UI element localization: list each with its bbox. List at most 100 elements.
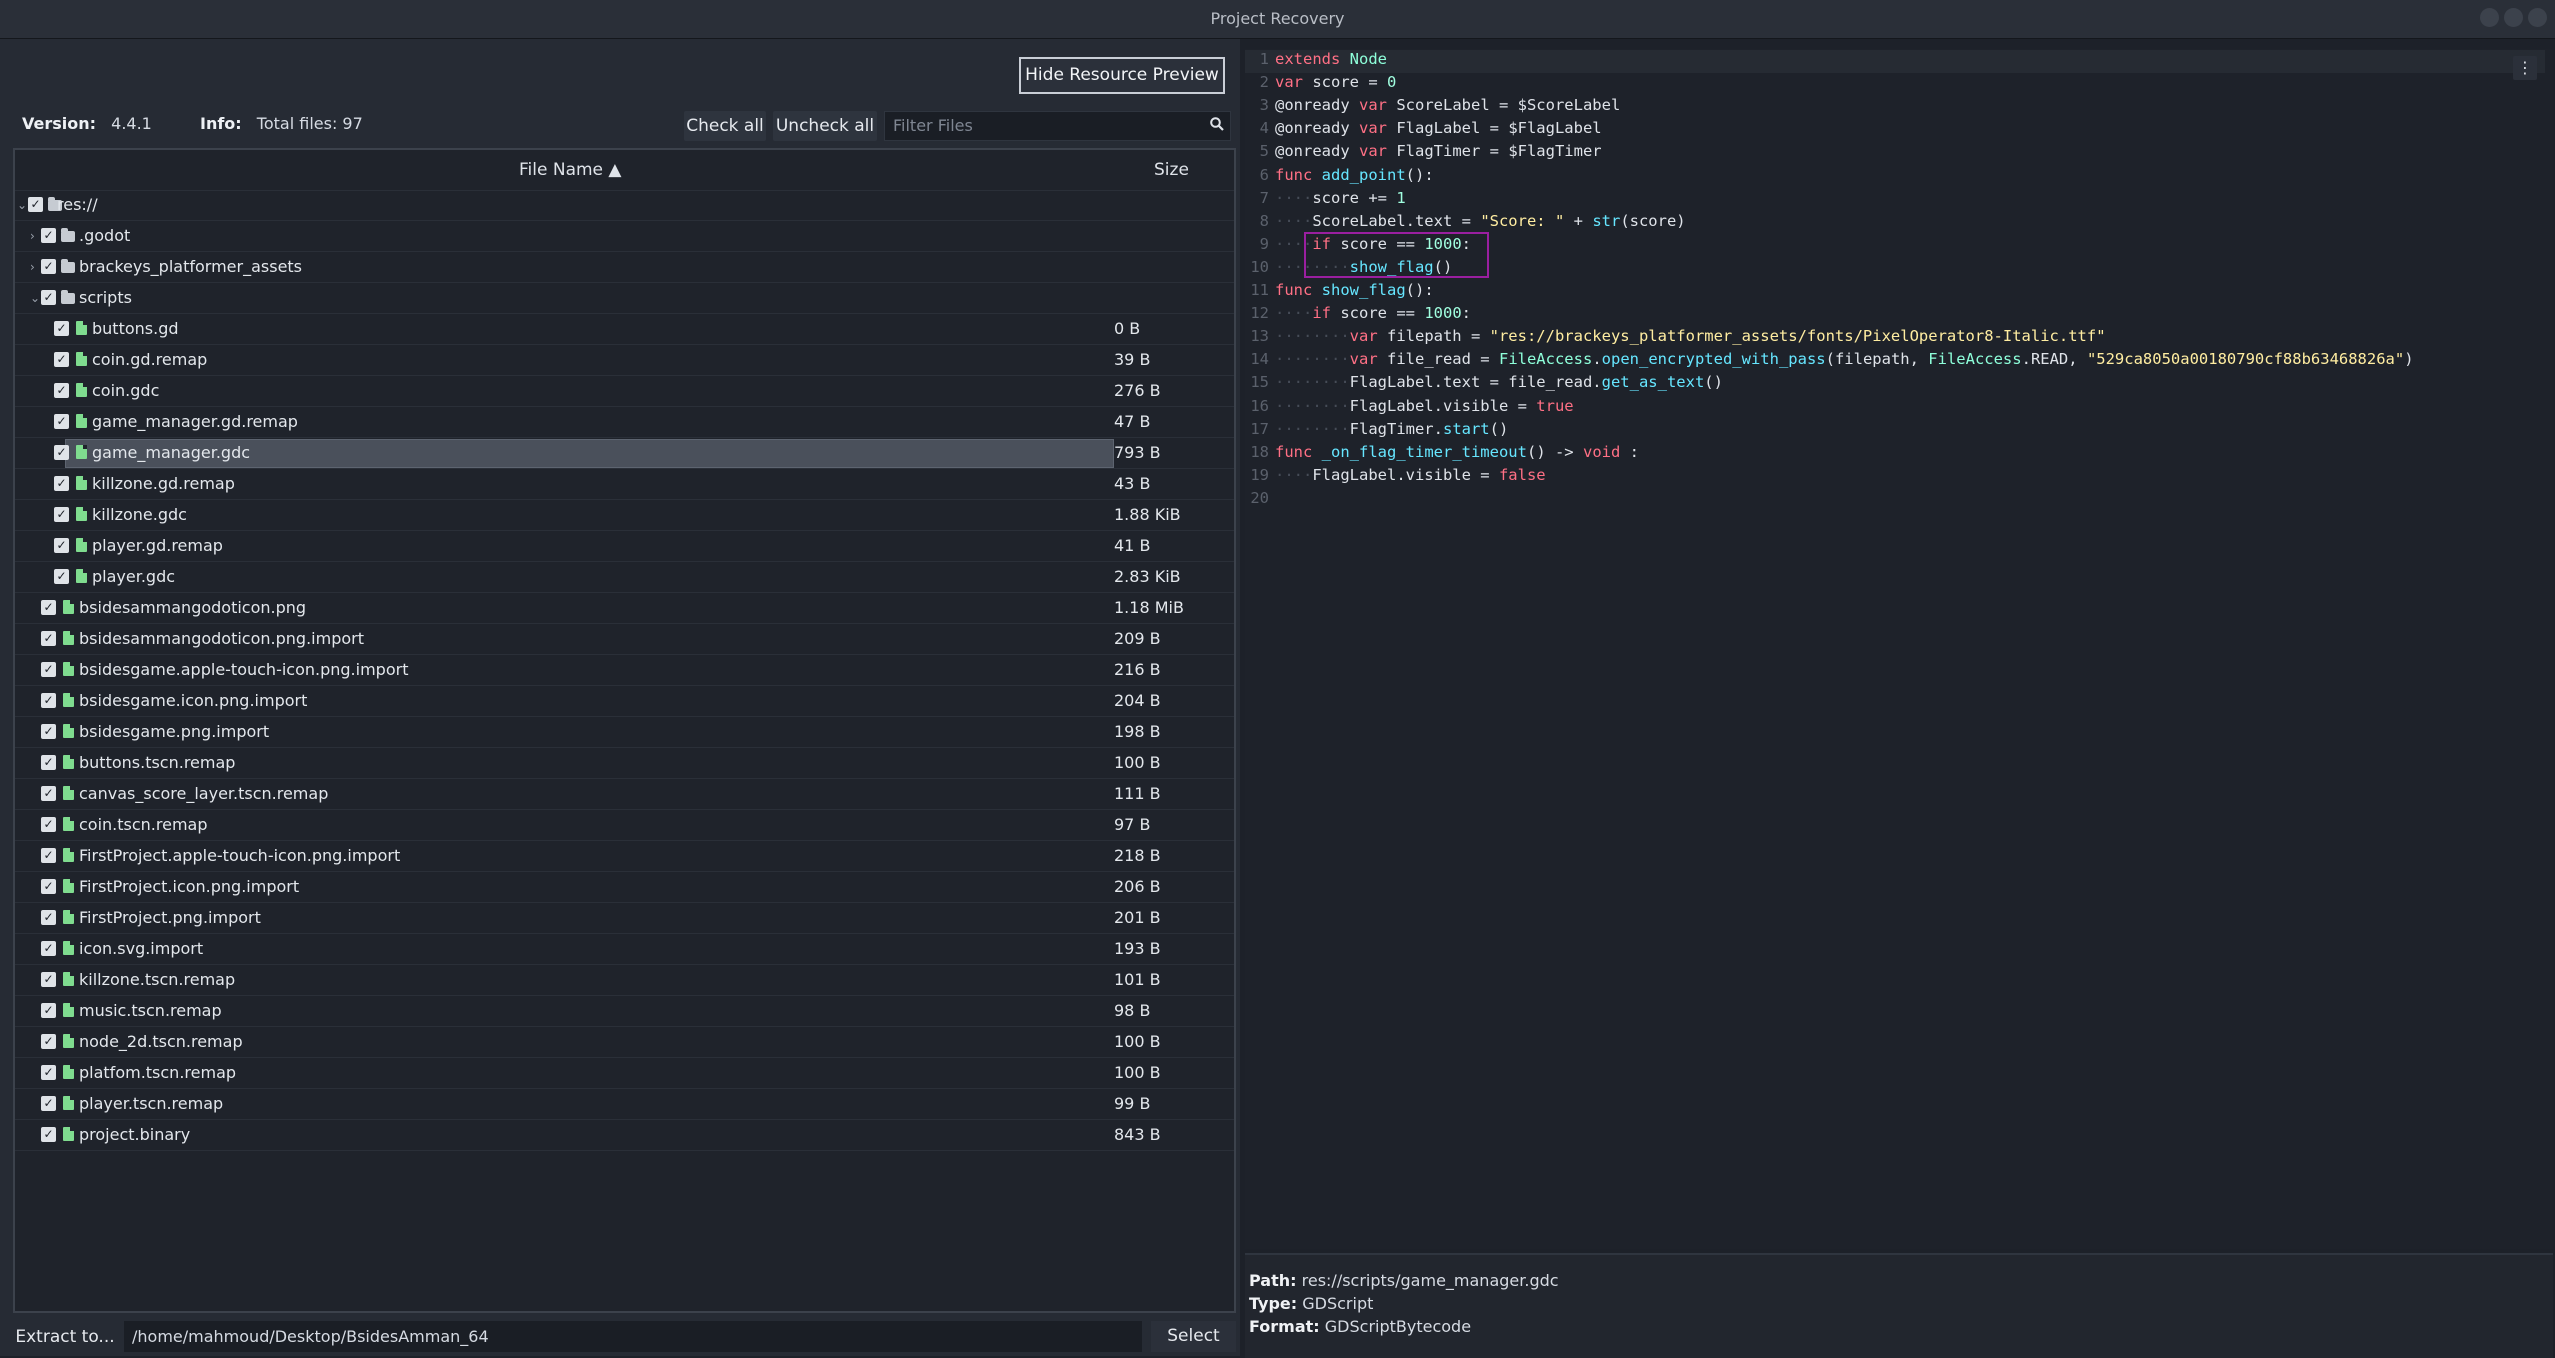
row-checkbox[interactable]: ✓ [41, 910, 56, 925]
hide-resource-preview-button[interactable]: Hide Resource Preview [1019, 57, 1225, 94]
line-number: 1 [1259, 50, 1269, 68]
tree-row[interactable]: ✓ FirstProject.icon.png.import 206 B [15, 872, 1234, 903]
row-checkbox[interactable]: ✓ [54, 383, 69, 398]
row-checkbox[interactable]: ✓ [41, 662, 56, 677]
column-size[interactable]: Size [1154, 160, 1189, 180]
tree-row[interactable]: ✓ FirstProject.apple-touch-icon.png.impor… [15, 841, 1234, 872]
tree-row[interactable]: ✓ platfom.tscn.remap 100 B [15, 1058, 1234, 1089]
code-preview[interactable]: 1 extends Node 2 var score = 0 3 @onready var… [1245, 49, 2553, 1249]
tree-row[interactable]: ✓ coin.gd.remap 39 B [15, 345, 1234, 376]
tree-row[interactable]: ✓ bsidesgame.icon.png.import 204 B [15, 686, 1234, 717]
row-checkbox[interactable]: ✓ [41, 817, 56, 832]
minimize-button[interactable] [2480, 8, 2499, 27]
path-label: Path: [1249, 1271, 1297, 1290]
row-checkbox[interactable]: ✓ [41, 1127, 56, 1142]
filter-files-input[interactable]: Filter Files [884, 111, 1231, 141]
chevron-right-icon[interactable]: › [30, 229, 40, 243]
row-checkbox[interactable]: ✓ [41, 941, 56, 956]
row-name: FirstProject.apple-touch-icon.png.import [79, 846, 401, 865]
tree-row[interactable]: ✓ buttons.gd 0 B [15, 314, 1234, 345]
tree-row[interactable]: ✓ node_2d.tscn.remap 100 B [15, 1027, 1234, 1058]
row-checkbox[interactable]: ✓ [41, 786, 56, 801]
tree-row[interactable]: ✓ bsidesammangodoticon.png.import 209 B [15, 624, 1234, 655]
row-name: killzone.tscn.remap [79, 970, 236, 989]
tree-row[interactable]: ✓ game_manager.gd.remap 47 B [15, 407, 1234, 438]
row-size: 41 B [1114, 536, 1151, 555]
tree-row[interactable]: ✓ icon.svg.import 193 B [15, 934, 1234, 965]
code-line: 18 func _on_flag_timer_timeout() -> void … [1245, 443, 2545, 466]
tree-row[interactable]: ✓ game_manager.gdc 793 B [15, 438, 1234, 469]
row-checkbox[interactable]: ✓ [41, 228, 56, 243]
info-value: Total files: 97 [256, 114, 363, 133]
more-options-icon[interactable]: ⋮ [2513, 56, 2537, 80]
row-checkbox[interactable]: ✓ [41, 693, 56, 708]
tree-row[interactable]: ✓ coin.gdc 276 B [15, 376, 1234, 407]
tree-row[interactable]: ✓ bsidesgame.png.import 198 B [15, 717, 1234, 748]
tree-row[interactable]: ✓ FirstProject.png.import 201 B [15, 903, 1234, 934]
tree-row[interactable]: ✓ player.tscn.remap 99 B [15, 1089, 1234, 1120]
row-checkbox[interactable]: ✓ [41, 631, 56, 646]
file-icon [76, 321, 87, 335]
extract-path-input[interactable]: /home/mahmoud/Desktop/BsidesAmman_64 [124, 1321, 1142, 1352]
row-checkbox[interactable]: ✓ [41, 879, 56, 894]
tree-row[interactable]: › ✓ .godot [15, 221, 1234, 252]
chevron-down-icon[interactable]: ⌄ [17, 198, 27, 212]
row-checkbox[interactable]: ✓ [41, 972, 56, 987]
tree-row[interactable]: ✓ project.binary 843 B [15, 1120, 1234, 1151]
tree-row[interactable]: › ✓ brackeys_platformer_assets [15, 252, 1234, 283]
row-checkbox[interactable]: ✓ [54, 414, 69, 429]
row-checkbox[interactable]: ✓ [41, 1034, 56, 1049]
code-line: 13 ········var filepath = "res://brackeys… [1245, 327, 2545, 350]
tree-row[interactable]: ⌄ ✓ scripts [15, 283, 1234, 314]
tree-row[interactable]: ✓ killzone.gd.remap 43 B [15, 469, 1234, 500]
tree-row[interactable]: ✓ bsidesgame.apple-touch-icon.png.import 2… [15, 655, 1234, 686]
file-icon [63, 879, 74, 893]
row-checkbox[interactable]: ✓ [41, 259, 56, 274]
row-checkbox[interactable]: ✓ [41, 600, 56, 615]
row-checkbox[interactable]: ✓ [54, 569, 69, 584]
tree-row[interactable]: ✓ buttons.tscn.remap 100 B [15, 748, 1234, 779]
file-icon [76, 383, 87, 397]
tree-row[interactable]: ✓ killzone.tscn.remap 101 B [15, 965, 1234, 996]
close-button[interactable] [2528, 8, 2547, 27]
chevron-right-icon[interactable]: › [30, 260, 40, 274]
tree-row[interactable]: ✓ killzone.gdc 1.88 KiB [15, 500, 1234, 531]
tree-row[interactable]: ✓ player.gd.remap 41 B [15, 531, 1234, 562]
row-checkbox[interactable]: ✓ [41, 755, 56, 770]
row-size: 216 B [1114, 660, 1161, 679]
maximize-button[interactable] [2504, 8, 2523, 27]
row-checkbox[interactable]: ✓ [41, 1003, 56, 1018]
row-checkbox[interactable]: ✓ [41, 1065, 56, 1080]
row-checkbox[interactable]: ✓ [54, 321, 69, 336]
chevron-down-icon[interactable]: ⌄ [30, 291, 40, 305]
tree-header: File Name ▲ Size [15, 150, 1234, 191]
row-checkbox[interactable]: ✓ [54, 352, 69, 367]
version-info: Version: 4.4.1 [22, 114, 152, 133]
row-checkbox[interactable]: ✓ [41, 1096, 56, 1111]
row-checkbox[interactable]: ✓ [41, 848, 56, 863]
code-text: func show_flag(): [1275, 281, 1434, 299]
extract-to-button[interactable]: Extract to... [10, 1322, 120, 1352]
tree-row[interactable]: ✓ canvas_score_layer.tscn.remap 111 B [15, 779, 1234, 810]
check-all-button[interactable]: Check all [684, 111, 766, 141]
row-checkbox[interactable]: ✓ [54, 445, 69, 460]
tree-row[interactable]: ✓ player.gdc 2.83 KiB [15, 562, 1234, 593]
code-text: ····ScoreLabel.text = "Score: " + str(sc… [1275, 211, 1686, 230]
row-checkbox[interactable]: ✓ [41, 290, 56, 305]
tree-row[interactable]: ✓ coin.tscn.remap 97 B [15, 810, 1234, 841]
file-icon [76, 476, 87, 490]
tree-row[interactable]: ✓ bsidesammangodoticon.png 1.18 MiB [15, 593, 1234, 624]
row-checkbox[interactable]: ✓ [28, 197, 43, 212]
folder-icon [61, 259, 75, 273]
code-text: ····if score == 1000: [1275, 304, 1471, 323]
row-checkbox[interactable]: ✓ [54, 476, 69, 491]
uncheck-all-button[interactable]: Uncheck all [773, 111, 877, 141]
row-checkbox[interactable]: ✓ [54, 538, 69, 553]
row-checkbox[interactable]: ✓ [54, 507, 69, 522]
tree-row[interactable]: ⌄ ✓ res:// [15, 190, 1234, 221]
file-icon [63, 941, 74, 955]
select-button[interactable]: Select [1151, 1321, 1236, 1352]
tree-row[interactable]: ✓ music.tscn.remap 98 B [15, 996, 1234, 1027]
row-checkbox[interactable]: ✓ [41, 724, 56, 739]
column-file-name[interactable]: File Name ▲ [519, 160, 621, 180]
